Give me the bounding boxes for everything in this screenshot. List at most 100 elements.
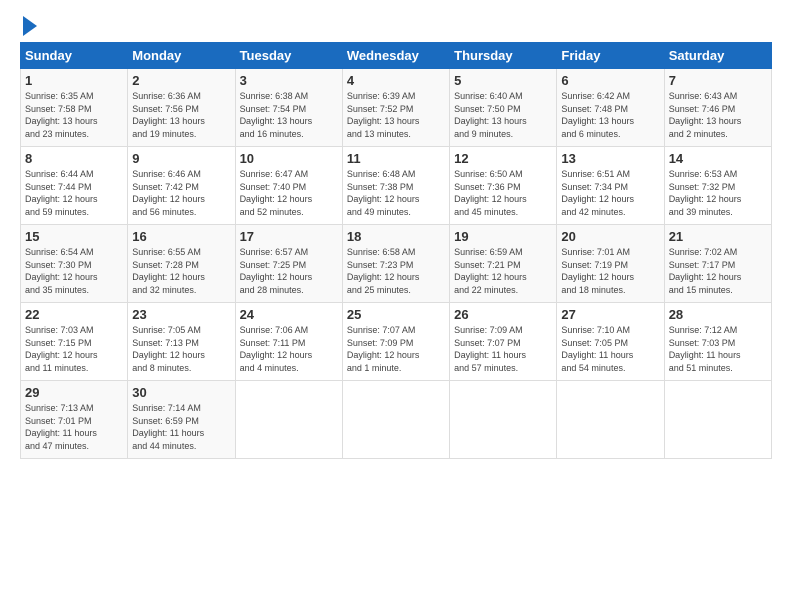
day-number: 11 xyxy=(347,151,445,166)
day-cell xyxy=(235,381,342,459)
day-content: Sunrise: 6:50 AM Sunset: 7:36 PM Dayligh… xyxy=(454,168,552,218)
day-number: 13 xyxy=(561,151,659,166)
day-cell: 25 Sunrise: 7:07 AM Sunset: 7:09 PM Dayli… xyxy=(342,303,449,381)
day-number: 25 xyxy=(347,307,445,322)
header-day-tuesday: Tuesday xyxy=(235,43,342,69)
day-number: 26 xyxy=(454,307,552,322)
day-number: 17 xyxy=(240,229,338,244)
day-content: Sunrise: 6:58 AM Sunset: 7:23 PM Dayligh… xyxy=(347,246,445,296)
day-content: Sunrise: 7:01 AM Sunset: 7:19 PM Dayligh… xyxy=(561,246,659,296)
day-number: 20 xyxy=(561,229,659,244)
calendar-page: SundayMondayTuesdayWednesdayThursdayFrid… xyxy=(0,0,792,612)
day-cell: 17 Sunrise: 6:57 AM Sunset: 7:25 PM Dayli… xyxy=(235,225,342,303)
day-content: Sunrise: 6:54 AM Sunset: 7:30 PM Dayligh… xyxy=(25,246,123,296)
calendar-table: SundayMondayTuesdayWednesdayThursdayFrid… xyxy=(20,42,772,459)
day-cell: 7Sunrise: 6:43 AM Sunset: 7:46 PM Daylig… xyxy=(664,69,771,147)
day-cell: 12 Sunrise: 6:50 AM Sunset: 7:36 PM Dayli… xyxy=(450,147,557,225)
day-cell: 21 Sunrise: 7:02 AM Sunset: 7:17 PM Dayli… xyxy=(664,225,771,303)
day-number: 4 xyxy=(347,73,445,88)
day-cell: 18 Sunrise: 6:58 AM Sunset: 7:23 PM Dayli… xyxy=(342,225,449,303)
day-number: 5 xyxy=(454,73,552,88)
day-content: Sunrise: 7:03 AM Sunset: 7:15 PM Dayligh… xyxy=(25,324,123,374)
day-cell xyxy=(450,381,557,459)
header-day-thursday: Thursday xyxy=(450,43,557,69)
day-number: 1 xyxy=(25,73,123,88)
day-number: 12 xyxy=(454,151,552,166)
day-number: 29 xyxy=(25,385,123,400)
day-number: 10 xyxy=(240,151,338,166)
day-number: 7 xyxy=(669,73,767,88)
day-content: Sunrise: 6:57 AM Sunset: 7:25 PM Dayligh… xyxy=(240,246,338,296)
day-content: Sunrise: 7:09 AM Sunset: 7:07 PM Dayligh… xyxy=(454,324,552,374)
header-day-sunday: Sunday xyxy=(21,43,128,69)
day-content: Sunrise: 6:36 AM Sunset: 7:56 PM Dayligh… xyxy=(132,90,230,140)
logo xyxy=(20,16,37,32)
day-number: 15 xyxy=(25,229,123,244)
header xyxy=(20,16,772,32)
day-cell: 4 Sunrise: 6:39 AM Sunset: 7:52 PM Daylig… xyxy=(342,69,449,147)
day-cell: 19Sunrise: 6:59 AM Sunset: 7:21 PM Dayli… xyxy=(450,225,557,303)
day-cell: 30 Sunrise: 7:14 AM Sunset: 6:59 PM Dayli… xyxy=(128,381,235,459)
day-content: Sunrise: 6:39 AM Sunset: 7:52 PM Dayligh… xyxy=(347,90,445,140)
day-cell xyxy=(664,381,771,459)
day-number: 18 xyxy=(347,229,445,244)
day-cell: 1Sunrise: 6:35 AM Sunset: 7:58 PM Daylig… xyxy=(21,69,128,147)
day-number: 30 xyxy=(132,385,230,400)
header-day-friday: Friday xyxy=(557,43,664,69)
day-cell: 9 Sunrise: 6:46 AM Sunset: 7:42 PM Daylig… xyxy=(128,147,235,225)
day-number: 21 xyxy=(669,229,767,244)
header-day-saturday: Saturday xyxy=(664,43,771,69)
week-row-3: 15 Sunrise: 6:54 AM Sunset: 7:30 PM Dayli… xyxy=(21,225,772,303)
day-number: 9 xyxy=(132,151,230,166)
day-content: Sunrise: 7:12 AM Sunset: 7:03 PM Dayligh… xyxy=(669,324,767,374)
day-cell: 5 Sunrise: 6:40 AM Sunset: 7:50 PM Daylig… xyxy=(450,69,557,147)
day-cell xyxy=(342,381,449,459)
day-number: 16 xyxy=(132,229,230,244)
day-content: Sunrise: 7:14 AM Sunset: 6:59 PM Dayligh… xyxy=(132,402,230,452)
day-content: Sunrise: 7:07 AM Sunset: 7:09 PM Dayligh… xyxy=(347,324,445,374)
header-day-wednesday: Wednesday xyxy=(342,43,449,69)
day-number: 6 xyxy=(561,73,659,88)
day-cell: 24Sunrise: 7:06 AM Sunset: 7:11 PM Dayli… xyxy=(235,303,342,381)
day-number: 8 xyxy=(25,151,123,166)
day-number: 27 xyxy=(561,307,659,322)
day-content: Sunrise: 6:40 AM Sunset: 7:50 PM Dayligh… xyxy=(454,90,552,140)
day-number: 14 xyxy=(669,151,767,166)
day-cell: 28 Sunrise: 7:12 AM Sunset: 7:03 PM Dayli… xyxy=(664,303,771,381)
week-row-5: 29 Sunrise: 7:13 AM Sunset: 7:01 PM Dayli… xyxy=(21,381,772,459)
day-content: Sunrise: 6:55 AM Sunset: 7:28 PM Dayligh… xyxy=(132,246,230,296)
day-content: Sunrise: 6:46 AM Sunset: 7:42 PM Dayligh… xyxy=(132,168,230,218)
day-number: 23 xyxy=(132,307,230,322)
day-cell: 20 Sunrise: 7:01 AM Sunset: 7:19 PM Dayli… xyxy=(557,225,664,303)
day-number: 28 xyxy=(669,307,767,322)
day-cell: 2 Sunrise: 6:36 AM Sunset: 7:56 PM Daylig… xyxy=(128,69,235,147)
day-number: 22 xyxy=(25,307,123,322)
day-cell: 22 Sunrise: 7:03 AM Sunset: 7:15 PM Dayli… xyxy=(21,303,128,381)
day-content: Sunrise: 6:47 AM Sunset: 7:40 PM Dayligh… xyxy=(240,168,338,218)
day-content: Sunrise: 6:51 AM Sunset: 7:34 PM Dayligh… xyxy=(561,168,659,218)
day-content: Sunrise: 7:10 AM Sunset: 7:05 PM Dayligh… xyxy=(561,324,659,374)
day-content: Sunrise: 6:44 AM Sunset: 7:44 PM Dayligh… xyxy=(25,168,123,218)
day-content: Sunrise: 6:59 AM Sunset: 7:21 PM Dayligh… xyxy=(454,246,552,296)
day-number: 24 xyxy=(240,307,338,322)
day-content: Sunrise: 7:13 AM Sunset: 7:01 PM Dayligh… xyxy=(25,402,123,452)
day-cell: 11 Sunrise: 6:48 AM Sunset: 7:38 PM Dayli… xyxy=(342,147,449,225)
header-day-monday: Monday xyxy=(128,43,235,69)
day-cell: 29 Sunrise: 7:13 AM Sunset: 7:01 PM Dayli… xyxy=(21,381,128,459)
day-cell: 27 Sunrise: 7:10 AM Sunset: 7:05 PM Dayli… xyxy=(557,303,664,381)
day-cell: 15 Sunrise: 6:54 AM Sunset: 7:30 PM Dayli… xyxy=(21,225,128,303)
day-content: Sunrise: 6:53 AM Sunset: 7:32 PM Dayligh… xyxy=(669,168,767,218)
day-number: 2 xyxy=(132,73,230,88)
day-cell: 23Sunrise: 7:05 AM Sunset: 7:13 PM Dayli… xyxy=(128,303,235,381)
day-cell: 13 Sunrise: 6:51 AM Sunset: 7:34 PM Dayli… xyxy=(557,147,664,225)
week-row-4: 22 Sunrise: 7:03 AM Sunset: 7:15 PM Dayli… xyxy=(21,303,772,381)
calendar-header-row: SundayMondayTuesdayWednesdayThursdayFrid… xyxy=(21,43,772,69)
day-content: Sunrise: 7:02 AM Sunset: 7:17 PM Dayligh… xyxy=(669,246,767,296)
week-row-2: 8 Sunrise: 6:44 AM Sunset: 7:44 PM Daylig… xyxy=(21,147,772,225)
day-content: Sunrise: 6:42 AM Sunset: 7:48 PM Dayligh… xyxy=(561,90,659,140)
day-cell: 26 Sunrise: 7:09 AM Sunset: 7:07 PM Dayli… xyxy=(450,303,557,381)
day-cell: 16 Sunrise: 6:55 AM Sunset: 7:28 PM Dayli… xyxy=(128,225,235,303)
day-cell: 6 Sunrise: 6:42 AM Sunset: 7:48 PM Daylig… xyxy=(557,69,664,147)
day-cell: 10 Sunrise: 6:47 AM Sunset: 7:40 PM Dayli… xyxy=(235,147,342,225)
day-content: Sunrise: 6:48 AM Sunset: 7:38 PM Dayligh… xyxy=(347,168,445,218)
